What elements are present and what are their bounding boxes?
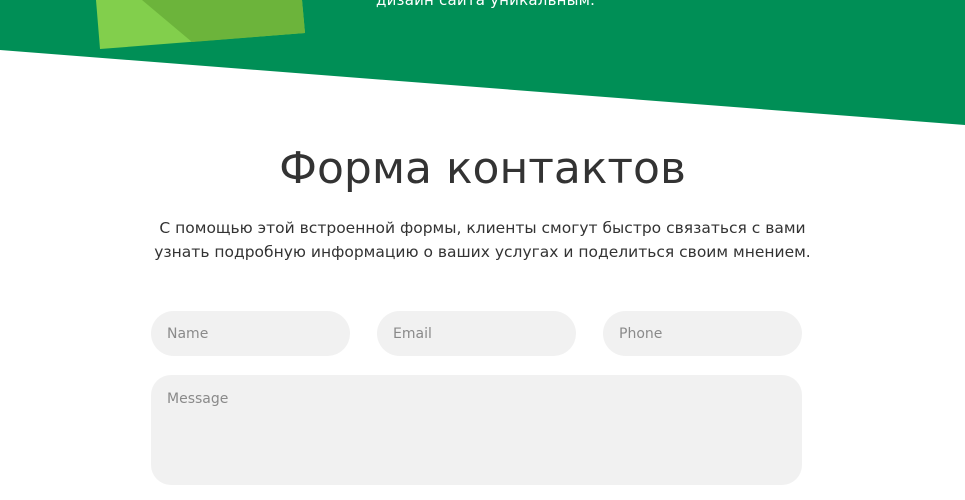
name-input[interactable] (151, 311, 350, 356)
phone-input[interactable] (603, 311, 802, 356)
section-description: С помощью этой встроенной формы, клиенты… (154, 219, 811, 261)
email-input[interactable] (377, 311, 576, 356)
page-title: Форма контактов (279, 143, 686, 194)
banner-text: дизайн сайта уникальным. (376, 0, 596, 9)
message-textarea[interactable] (151, 375, 802, 485)
contact-page: дизайн сайта уникальным. Форма контактов… (0, 0, 965, 500)
banner-background (0, 0, 965, 125)
hero-banner: дизайн сайта уникальным. (0, 0, 965, 130)
